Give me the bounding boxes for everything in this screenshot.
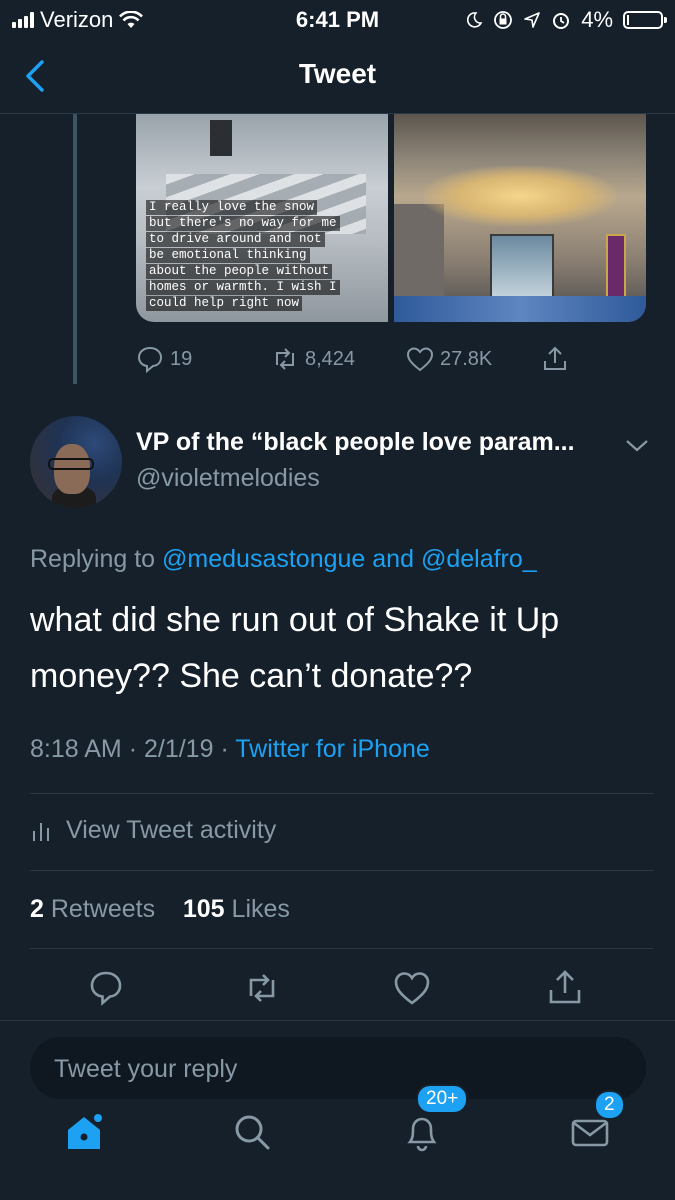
retweets-count: 2 xyxy=(30,895,44,923)
likes-label: Likes xyxy=(231,895,290,923)
divider xyxy=(30,793,653,794)
parent-reply-count: 19 xyxy=(170,347,193,370)
view-tweet-activity-button[interactable]: View Tweet activity xyxy=(30,816,276,845)
hallway-floor xyxy=(394,296,646,322)
retweets-label: Retweets xyxy=(50,895,156,923)
nav-bar: Tweet xyxy=(0,40,675,114)
activity-label: View Tweet activity xyxy=(66,816,277,844)
divider xyxy=(30,870,653,871)
divider xyxy=(30,948,653,949)
tweet-text: what did she run out of Shake it Up mone… xyxy=(30,601,560,695)
ceiling-light xyxy=(424,166,616,226)
hallway-photo[interactable] xyxy=(394,114,646,322)
search-icon xyxy=(235,1115,270,1150)
share-icon xyxy=(544,346,566,370)
parent-like-count: 27.8K xyxy=(440,347,493,370)
tweet-source-link[interactable]: Twitter for iPhone xyxy=(235,735,430,763)
moon-icon xyxy=(467,12,483,28)
engagement-counts: 2 Retweets 105 Likes xyxy=(30,895,290,924)
heart-icon xyxy=(394,972,430,1005)
replying-prefix: Replying to xyxy=(30,545,156,573)
replying-and[interactable]: and xyxy=(372,545,414,573)
parent-retweet-count: 8,424 xyxy=(305,347,356,370)
status-right: 4% xyxy=(465,7,667,33)
alarm-icon xyxy=(553,13,570,29)
reply-button[interactable] xyxy=(86,968,126,1008)
like-button[interactable] xyxy=(392,968,432,1008)
bar-chart-icon xyxy=(33,822,49,841)
status-bar: Verizon 6:41 PM 4% xyxy=(0,0,675,40)
display-name[interactable]: VP of the “black people love param... xyxy=(136,428,575,457)
mention-link[interactable]: @medusastongue xyxy=(162,545,365,573)
likes-count: 105 xyxy=(182,895,225,923)
location-icon xyxy=(524,12,541,28)
retweet-icon xyxy=(249,974,275,1002)
reply-icon xyxy=(137,346,163,373)
story-line: I really love the snow xyxy=(146,200,318,215)
messages-badge: 2 xyxy=(594,1090,625,1120)
tab-home[interactable] xyxy=(62,1110,118,1166)
reply-icon xyxy=(90,971,122,1006)
parent-like-button[interactable]: 27.8K xyxy=(406,345,541,373)
reply-input-container[interactable] xyxy=(30,1037,646,1101)
story-line: to drive around and not xyxy=(146,232,325,247)
mention-link[interactable]: @delafro_ xyxy=(421,545,537,573)
snow-photo[interactable]: I really love the snow but there's no wa… xyxy=(136,114,388,322)
tab-search[interactable] xyxy=(230,1110,286,1166)
parent-share-button[interactable] xyxy=(541,345,569,373)
tweet-actions xyxy=(0,968,675,1016)
tweet-date: 2/1/19 xyxy=(143,735,214,763)
story-line: be emotional thinking xyxy=(146,248,310,263)
meta-separator: · xyxy=(220,735,229,763)
bell-icon xyxy=(407,1117,437,1152)
tab-notifications[interactable]: 20+ xyxy=(400,1084,469,1166)
trash-bin xyxy=(210,120,232,156)
user-handle[interactable]: @violetmelodies xyxy=(136,464,320,493)
likes-stat[interactable]: 105 Likes xyxy=(183,895,290,923)
parent-tweet-media[interactable]: I really love the snow but there's no wa… xyxy=(136,114,646,322)
home-icon xyxy=(68,1114,102,1149)
meta-separator: · xyxy=(128,735,138,763)
share-icon xyxy=(549,970,581,1004)
retweet-icon xyxy=(276,348,294,370)
reply-input[interactable] xyxy=(52,1037,626,1101)
chevron-down-icon[interactable] xyxy=(624,436,650,456)
avatar[interactable] xyxy=(30,416,122,508)
tweet-time: 8:18 AM xyxy=(30,735,122,763)
nav-title: Tweet xyxy=(298,58,377,89)
parent-tweet-actions: 19 8,424 27.8K xyxy=(136,342,596,376)
parent-reply-button[interactable]: 19 xyxy=(136,345,271,373)
story-line: but there's no way for me xyxy=(146,216,340,231)
hallway-door xyxy=(490,234,554,302)
battery-icon xyxy=(623,11,667,29)
orientation-lock-icon xyxy=(494,11,513,29)
tab-messages[interactable]: 2 xyxy=(568,1090,625,1166)
battery-percent: 4% xyxy=(581,7,613,32)
replying-to: Replying to @medusastongue and @delafro_ xyxy=(30,545,537,574)
notifications-badge: 20+ xyxy=(416,1084,469,1114)
story-text: I really love the snow but there's no wa… xyxy=(146,200,378,312)
share-button[interactable] xyxy=(545,968,585,1008)
heart-icon xyxy=(406,347,434,372)
story-line: homes or warmth. I wish I xyxy=(146,280,340,295)
retweets-stat[interactable]: 2 Retweets xyxy=(30,895,155,923)
retweet-button[interactable] xyxy=(242,968,282,1008)
parent-retweet-button[interactable]: 8,424 xyxy=(271,345,406,373)
story-line: about the people without xyxy=(146,264,333,279)
avatar-glasses xyxy=(48,458,94,470)
thread-line xyxy=(73,114,77,384)
tweet-meta: 8:18 AM · 2/1/19 · Twitter for iPhone xyxy=(30,735,430,764)
story-line: could help right now xyxy=(146,296,303,311)
